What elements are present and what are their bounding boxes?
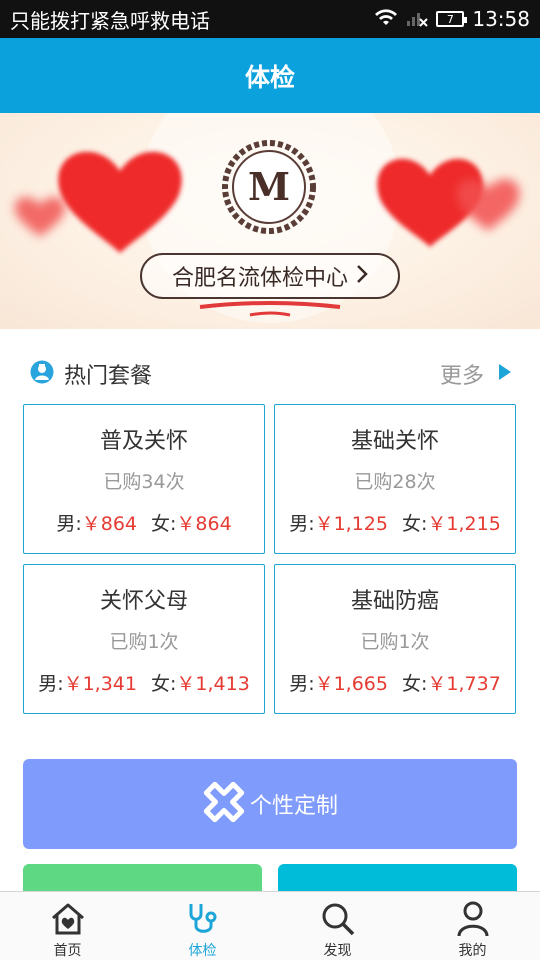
wifi-icon <box>374 7 398 32</box>
nurse-icon <box>30 360 54 388</box>
package-sold-count: 已购1次 <box>360 631 430 653</box>
tab-label: 我的 <box>458 943 487 959</box>
status-icons: 7 13:58 <box>374 7 530 32</box>
status-bar: 只能拨打紧急呼救电话 7 13:58 <box>0 0 540 38</box>
app-header: 体检 <box>0 38 540 113</box>
female-price: ￥1,413 <box>176 673 250 695</box>
tab-label: 体检 <box>188 943 217 959</box>
battery-icon: 7 <box>436 11 468 27</box>
female-price: ￥864 <box>176 513 232 535</box>
male-price: ￥1,125 <box>314 513 388 535</box>
male-price: ￥1,341 <box>63 673 137 695</box>
package-card[interactable]: 普及关怀 已购34次 男:￥864 女:￥864 <box>23 404 265 554</box>
package-name: 基础关怀 <box>350 429 439 454</box>
female-price: ￥1,737 <box>427 673 501 695</box>
male-label: 男: <box>289 513 315 535</box>
page-title: 体检 <box>244 62 295 92</box>
bottom-tab-bar: 首页 体检 发现 我的 <box>0 891 540 960</box>
home-heart-icon <box>49 900 87 938</box>
tab-mine[interactable]: 我的 <box>405 892 540 960</box>
stethoscope-icon <box>184 900 222 938</box>
custom-cross-icon <box>202 780 246 828</box>
section-title: 热门套餐 <box>64 364 153 389</box>
package-prices: 男:￥1,341 女:￥1,413 <box>24 669 264 696</box>
female-price: ￥1,215 <box>427 513 501 535</box>
package-sold-count: 已购28次 <box>354 471 436 493</box>
female-label: 女: <box>402 673 428 695</box>
package-card[interactable]: 关怀父母 已购1次 男:￥1,341 女:￥1,413 <box>23 564 265 714</box>
package-card[interactable]: 基础关怀 已购28次 男:￥1,125 女:￥1,215 <box>274 404 516 554</box>
male-label: 男: <box>56 513 82 535</box>
male-price: ￥1,665 <box>314 673 388 695</box>
play-arrow-icon[interactable] <box>498 363 512 385</box>
brand-logo-icon: M <box>222 140 316 234</box>
custom-package-label: 个性定制 <box>249 794 338 819</box>
package-prices: 男:￥864 女:￥864 <box>24 509 264 536</box>
female-label: 女: <box>151 673 177 695</box>
promo-banner[interactable]: M 合肥名流体检中心 <box>0 113 540 329</box>
tab-discover[interactable]: 发现 <box>270 892 405 960</box>
logo-letter: M <box>248 164 290 209</box>
status-time: 13:58 <box>472 7 530 31</box>
package-sold-count: 已购1次 <box>109 631 179 653</box>
package-prices: 男:￥1,665 女:￥1,737 <box>275 669 515 696</box>
female-label: 女: <box>402 513 428 535</box>
hot-packages-header: 热门套餐 更多 <box>0 350 540 398</box>
package-name: 关怀父母 <box>99 589 188 614</box>
chevron-right-icon <box>356 264 368 288</box>
signal-none-icon <box>406 7 429 32</box>
carrier-text: 只能拨打紧急呼救电话 <box>10 8 210 33</box>
female-label: 女: <box>151 513 177 535</box>
male-label: 男: <box>38 673 64 695</box>
package-card[interactable]: 基础防癌 已购1次 男:￥1,665 女:￥1,737 <box>274 564 516 714</box>
package-name: 基础防癌 <box>350 589 439 614</box>
custom-package-button[interactable]: 个性定制 <box>23 759 517 849</box>
male-price: ￥864 <box>81 513 137 535</box>
tab-label: 发现 <box>323 943 352 959</box>
person-icon <box>454 900 492 938</box>
tab-home[interactable]: 首页 <box>0 892 135 960</box>
package-prices: 男:￥1,125 女:￥1,215 <box>275 509 515 536</box>
center-name-label: 合肥名流体检中心 <box>171 266 348 291</box>
battery-level: 7 <box>446 12 454 26</box>
male-label: 男: <box>289 673 315 695</box>
more-link[interactable]: 更多 <box>440 358 484 390</box>
tab-label: 首页 <box>53 943 82 959</box>
center-name-button[interactable]: 合肥名流体检中心 <box>140 253 400 299</box>
package-name: 普及关怀 <box>99 429 188 454</box>
search-icon <box>319 900 357 938</box>
package-sold-count: 已购34次 <box>103 471 185 493</box>
tab-checkup[interactable]: 体检 <box>135 892 270 960</box>
